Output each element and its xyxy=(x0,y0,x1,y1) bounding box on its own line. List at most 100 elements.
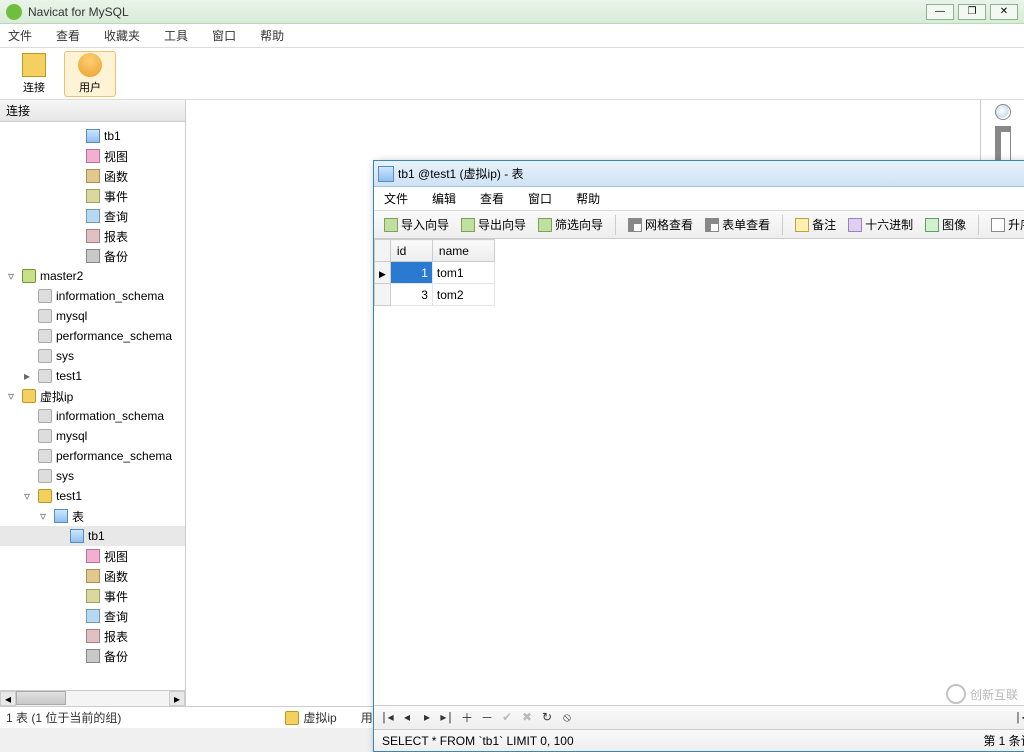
tree-item[interactable]: 查询 xyxy=(0,206,185,226)
tree-item[interactable]: ▿master2 xyxy=(0,266,185,286)
nav-refresh-button[interactable]: ↻ xyxy=(540,710,554,725)
table-icon xyxy=(378,166,394,182)
nav-last-button[interactable]: ▸| xyxy=(440,710,454,725)
toolbar-图像[interactable]: 图像 xyxy=(921,214,970,235)
disclosure-icon[interactable]: ▿ xyxy=(8,389,18,403)
separator xyxy=(978,215,979,235)
tree-label: 函数 xyxy=(104,568,128,585)
tree-item[interactable]: 报表 xyxy=(0,626,185,646)
maximize-button[interactable]: ❐ xyxy=(958,4,986,20)
toolbar-导入向导[interactable]: 导入向导 xyxy=(380,214,453,235)
scroll-right-button[interactable]: ▸ xyxy=(169,691,185,706)
column-header-name[interactable]: name xyxy=(432,240,494,262)
db-icon xyxy=(38,469,52,483)
nav-add-button[interactable]: ＋ xyxy=(460,709,474,726)
child-menu-窗口[interactable]: 窗口 xyxy=(528,190,552,207)
tree-hscroll[interactable]: ◂ ▸ xyxy=(0,690,185,706)
tree-label: 报表 xyxy=(104,628,128,645)
tree-item[interactable]: 备份 xyxy=(0,646,185,666)
nav-delete-button[interactable]: － xyxy=(480,709,494,726)
tree-label: 函数 xyxy=(104,168,128,185)
page-first-button[interactable]: |◂ xyxy=(1014,710,1024,725)
tbl-icon xyxy=(86,129,100,143)
search-icon[interactable] xyxy=(995,104,1011,120)
user-button[interactable]: 用户 xyxy=(64,51,116,97)
child-title-bar[interactable]: tb1 @test1 (虚拟ip) - 表 — ❐ ✕ xyxy=(374,161,1024,187)
close-button[interactable]: ✕ xyxy=(990,4,1018,20)
menu-窗口[interactable]: 窗口 xyxy=(212,27,236,44)
toolbar-十六进制[interactable]: 十六进制 xyxy=(844,214,917,235)
cell-id[interactable]: 1 xyxy=(390,262,432,284)
child-menu-查看[interactable]: 查看 xyxy=(480,190,504,207)
menu-收藏夹[interactable]: 收藏夹 xyxy=(104,27,140,44)
minimize-button[interactable]: — xyxy=(926,4,954,20)
tree-item[interactable]: mysql xyxy=(0,426,185,446)
nav-prev-button[interactable]: ◂ xyxy=(400,710,414,725)
menu-帮助[interactable]: 帮助 xyxy=(260,27,284,44)
tree-label: performance_schema xyxy=(56,449,172,463)
tree-item[interactable]: performance_schema xyxy=(0,446,185,466)
tree-item[interactable]: ▿表 xyxy=(0,506,185,526)
table-row[interactable]: 3tom2 xyxy=(375,284,495,306)
separator xyxy=(615,215,616,235)
tree-item[interactable]: ▿虚拟ip xyxy=(0,386,185,406)
scroll-left-button[interactable]: ◂ xyxy=(0,691,16,706)
connection-tree[interactable]: tb1视图函数事件查询报表备份▿master2information_schem… xyxy=(0,122,185,690)
child-menu-bar: 文件 编辑 查看 窗口 帮助 xyxy=(374,187,1024,211)
plug-icon xyxy=(22,53,46,77)
data-grid[interactable]: idname▶1tom13tom2 xyxy=(374,239,1024,705)
tree-item[interactable]: ▸test1 xyxy=(0,366,185,386)
disclosure-icon[interactable]: ▿ xyxy=(40,509,50,523)
toolbar-表单查看[interactable]: 表单查看 xyxy=(701,214,774,235)
toolbar-网格查看[interactable]: 网格查看 xyxy=(624,214,697,235)
menu-工具[interactable]: 工具 xyxy=(164,27,188,44)
connect-button[interactable]: 连接 xyxy=(8,51,60,97)
nav-first-button[interactable]: |◂ xyxy=(380,710,394,725)
child-menu-编辑[interactable]: 编辑 xyxy=(432,190,456,207)
menu-查看[interactable]: 查看 xyxy=(56,27,80,44)
nav-next-button[interactable]: ▸ xyxy=(420,710,434,725)
disclosure-icon[interactable]: ▿ xyxy=(24,489,34,503)
child-menu-文件[interactable]: 文件 xyxy=(384,190,408,207)
grid-icon xyxy=(705,218,719,232)
tree-item[interactable]: 备份 xyxy=(0,246,185,266)
tree-item[interactable]: mysql xyxy=(0,306,185,326)
tree-item[interactable]: ▿test1 xyxy=(0,486,185,506)
tree-item[interactable]: tb1 xyxy=(0,126,185,146)
evt-icon xyxy=(86,189,100,203)
tree-item[interactable]: sys xyxy=(0,466,185,486)
db-icon xyxy=(38,369,52,383)
tree-label: mysql xyxy=(56,309,87,323)
column-header-id[interactable]: id xyxy=(390,240,432,262)
disclosure-icon[interactable]: ▸ xyxy=(24,369,34,383)
scroll-thumb[interactable] xyxy=(16,691,66,705)
tree-item[interactable]: 函数 xyxy=(0,166,185,186)
toolbar-升序排序[interactable]: 升序排序 xyxy=(987,214,1024,235)
cell-name[interactable]: tom1 xyxy=(432,262,494,284)
row-indicator xyxy=(375,284,391,306)
tree-item[interactable]: 函数 xyxy=(0,566,185,586)
tree-item[interactable]: performance_schema xyxy=(0,326,185,346)
nav-cancel-button[interactable]: ✖ xyxy=(520,710,534,725)
disclosure-icon[interactable]: ▿ xyxy=(8,269,18,283)
child-menu-帮助[interactable]: 帮助 xyxy=(576,190,600,207)
tree-item[interactable]: 视图 xyxy=(0,546,185,566)
nav-apply-button[interactable]: ✔ xyxy=(500,710,514,725)
tree-item[interactable]: 事件 xyxy=(0,186,185,206)
table-row[interactable]: ▶1tom1 xyxy=(375,262,495,284)
toolbar-备注[interactable]: 备注 xyxy=(791,214,840,235)
nav-stop-button[interactable]: ⦸ xyxy=(560,711,574,725)
tree-item[interactable]: 事件 xyxy=(0,586,185,606)
tree-item[interactable]: sys xyxy=(0,346,185,366)
tree-item[interactable]: information_schema xyxy=(0,406,185,426)
toolbar-筛选向导[interactable]: 筛选向导 xyxy=(534,214,607,235)
tree-item[interactable]: tb1 xyxy=(0,526,185,546)
menu-文件[interactable]: 文件 xyxy=(8,27,32,44)
tree-item[interactable]: 视图 xyxy=(0,146,185,166)
cell-name[interactable]: tom2 xyxy=(432,284,494,306)
tree-item[interactable]: 报表 xyxy=(0,226,185,246)
toolbar-导出向导[interactable]: 导出向导 xyxy=(457,214,530,235)
cell-id[interactable]: 3 xyxy=(390,284,432,306)
tree-item[interactable]: 查询 xyxy=(0,606,185,626)
tree-item[interactable]: information_schema xyxy=(0,286,185,306)
